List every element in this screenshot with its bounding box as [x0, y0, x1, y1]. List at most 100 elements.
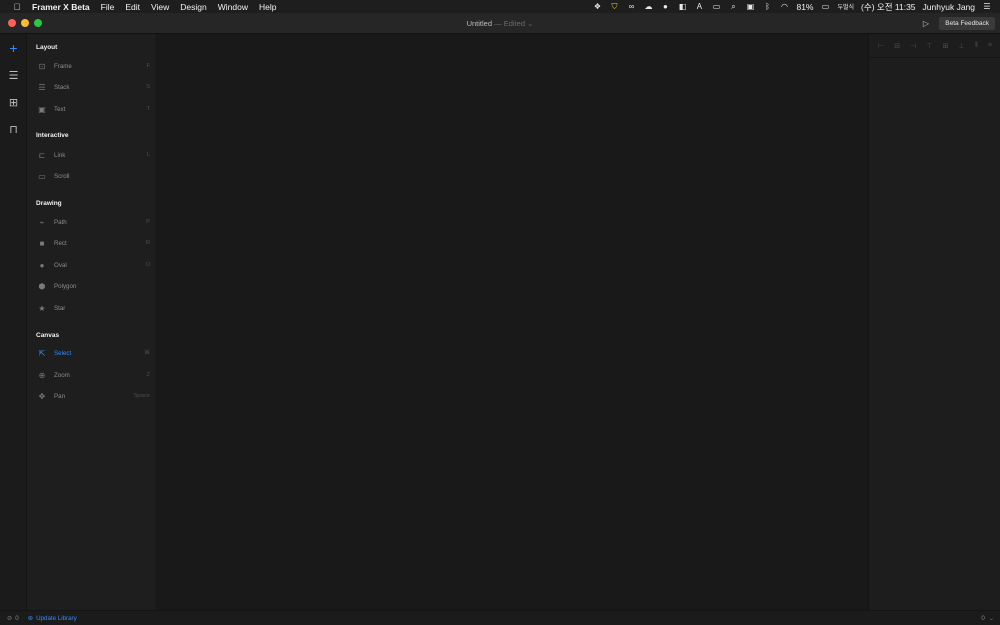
align-top-icon[interactable]: ⊤	[926, 42, 932, 50]
tool-scroll[interactable]: ▭ Scroll	[36, 169, 150, 183]
error-count: 0	[981, 614, 985, 622]
airplay-icon[interactable]: ▣	[745, 2, 755, 11]
menu-help[interactable]: Help	[259, 2, 276, 12]
tool-star[interactable]: ★ Star	[36, 301, 150, 315]
menu-design[interactable]: Design	[180, 2, 206, 12]
bluetooth-icon[interactable]: ᛒ	[762, 2, 772, 11]
shortcut-key: ⌘	[144, 350, 150, 356]
tool-zoom[interactable]: ⊕ Zoom Z	[36, 368, 150, 382]
tool-label: Stack	[54, 83, 70, 91]
notification-center-icon[interactable]: ☰	[982, 2, 992, 11]
tool-label: Text	[54, 105, 66, 113]
beta-feedback-button[interactable]: Beta Feedback	[939, 17, 995, 30]
warning-count: 0	[15, 614, 19, 622]
document-title[interactable]: Untitled — Edited ⌄	[0, 19, 1000, 28]
tool-pan[interactable]: ✥ Pan Space	[36, 389, 150, 403]
polygon-icon: ⬢	[38, 281, 46, 291]
align-bottom-icon[interactable]: ⊥	[959, 42, 965, 50]
section-interactive-title: Interactive	[36, 132, 69, 139]
tool-label: Zoom	[54, 371, 70, 379]
insert-tools-panel: Layout ⊡ Frame F ☰ Stack S ▣ Text T Inte…	[27, 34, 157, 610]
shortcut-key: P	[146, 219, 150, 225]
properties-inspector: ⊢ ⊟ ⊣ ⊤ ⊞ ⊥ ⫴ ≡	[868, 34, 1000, 610]
align-left-icon[interactable]: ⊢	[878, 42, 884, 50]
star-icon: ★	[38, 303, 46, 313]
shortcut-key: F	[146, 63, 150, 69]
tool-oval[interactable]: ● Oval O	[36, 258, 150, 272]
tool-label: Scroll	[54, 172, 70, 180]
tool-label: Polygon	[54, 282, 77, 290]
title-separator: —	[494, 19, 502, 28]
shield-icon[interactable]: ⛉	[609, 2, 619, 12]
menu-view[interactable]: View	[151, 2, 169, 12]
plus-icon[interactable]: +	[0, 40, 27, 56]
clock[interactable]: (수) 오전 11:35	[861, 1, 916, 13]
library-icon: ⊛	[27, 615, 34, 622]
window-icon[interactable]: ▭	[711, 2, 721, 11]
app-icon[interactable]: ◧	[677, 2, 687, 11]
preview-play-icon[interactable]: ▷	[919, 17, 933, 30]
tool-select[interactable]: ⇱ Select ⌘	[36, 346, 150, 360]
document-name: Untitled	[466, 19, 493, 28]
tool-label: Link	[54, 151, 66, 159]
tool-link[interactable]: ⊏ Link L	[36, 148, 150, 162]
design-canvas[interactable]	[157, 34, 868, 610]
tool-label: Star	[54, 304, 66, 312]
tool-frame[interactable]: ⊡ Frame F	[36, 59, 150, 73]
battery-icon[interactable]: ▭	[820, 2, 830, 11]
menu-file[interactable]: File	[101, 2, 115, 12]
path-icon: ⌁	[39, 217, 45, 227]
link-icon: ⊏	[38, 150, 46, 160]
update-library-link[interactable]: Update Library	[36, 615, 77, 622]
window-titlebar: Untitled — Edited ⌄ ▷ Beta Feedback	[0, 13, 1000, 34]
tool-label: Path	[54, 218, 67, 226]
align-right-icon[interactable]: ⊣	[910, 42, 916, 50]
menu-edit[interactable]: Edit	[125, 2, 140, 12]
creative-cloud-icon[interactable]: ∞	[626, 2, 636, 11]
align-center-vertical-icon[interactable]: ⊞	[943, 42, 949, 50]
text-icon: ▣	[38, 104, 46, 114]
components-icon[interactable]: ⊞	[0, 96, 27, 109]
tool-rect[interactable]: ■ Rect R	[36, 236, 150, 250]
dropbox-icon[interactable]: ❖	[592, 2, 602, 11]
tool-path[interactable]: ⌁ Path P	[36, 215, 150, 229]
layers-icon[interactable]: ☰	[0, 69, 27, 82]
rect-icon: ■	[39, 238, 45, 248]
store-icon[interactable]: ⊓	[0, 123, 27, 136]
shortcut-key: R	[145, 240, 150, 246]
menu-window[interactable]: Window	[218, 2, 248, 12]
app-menu[interactable]: Framer X Beta	[32, 2, 90, 12]
search-icon[interactable]: ⌕	[728, 2, 738, 12]
font-icon[interactable]: A	[694, 2, 704, 11]
warning-icon[interactable]: ⊘	[7, 615, 12, 622]
tool-stack[interactable]: ☰ Stack S	[36, 80, 150, 94]
left-icon-rail: + ☰ ⊞ ⊓	[0, 34, 27, 610]
align-center-horizontal-icon[interactable]: ⊟	[894, 42, 900, 50]
tool-label: Frame	[54, 62, 72, 70]
distribute-horizontal-icon[interactable]: ⫴	[975, 42, 978, 50]
shortcut-key: L	[146, 152, 150, 158]
apple-menu-icon[interactable]: 	[10, 2, 24, 12]
menu-extras: ❖ ⛉ ∞ ☁ ● ◧ A ▭ ⌕ ▣ ᛒ ◠ 81% ▭ 두벌식 (수) 오전…	[592, 1, 1000, 13]
input-method[interactable]: 두벌식	[837, 2, 854, 11]
distribute-vertical-icon[interactable]: ≡	[988, 42, 992, 49]
tool-label: Rect	[54, 239, 67, 247]
tool-label: Oval	[54, 261, 67, 269]
chat-icon[interactable]: ●	[660, 2, 670, 11]
wifi-icon[interactable]: ◠	[779, 2, 789, 11]
user-name[interactable]: Junhyuk Jang	[923, 2, 975, 12]
chevron-down-icon: ⌄	[527, 19, 534, 28]
tool-polygon[interactable]: ⬢ Polygon	[36, 279, 150, 293]
chevron-down-icon[interactable]: ⌄	[989, 615, 994, 622]
cloud-icon[interactable]: ☁	[643, 2, 653, 11]
edited-status: Edited	[503, 19, 525, 28]
stack-icon: ☰	[38, 82, 46, 92]
scroll-icon: ▭	[38, 171, 46, 181]
section-layout-title: Layout	[36, 44, 58, 51]
alignment-toolbar: ⊢ ⊟ ⊣ ⊤ ⊞ ⊥ ⫴ ≡	[869, 34, 1000, 58]
section-drawing-title: Drawing	[36, 200, 62, 207]
tool-text[interactable]: ▣ Text T	[36, 102, 150, 116]
bottom-status-bar: ⊘ 0 ⊛ Update Library 0 ⌄	[0, 610, 1000, 625]
battery-percent: 81%	[796, 1, 814, 12]
shortcut-key: O	[145, 262, 150, 268]
